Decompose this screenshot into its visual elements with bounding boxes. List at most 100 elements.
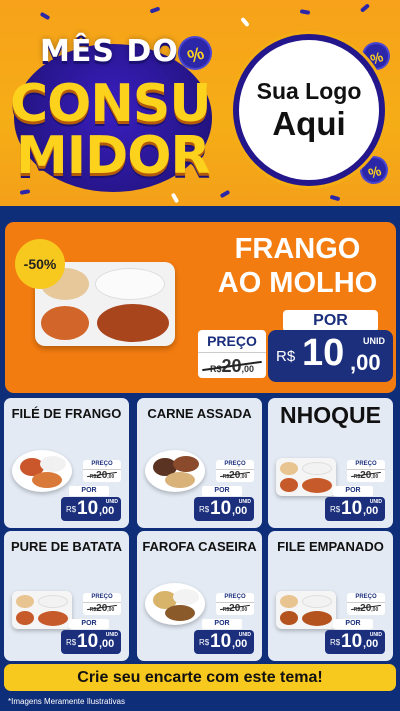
food-portion bbox=[302, 462, 332, 475]
confetti bbox=[359, 3, 371, 13]
new-currency: R$ bbox=[330, 505, 341, 514]
new-price: R$ 10 ,00 UNID bbox=[325, 497, 385, 521]
preco-label: PREÇO bbox=[347, 593, 385, 603]
new-int: 10 bbox=[302, 332, 345, 374]
product-title: FILÉ DE FRANGO bbox=[11, 406, 122, 421]
new-price: R$ 10 ,00 UNID bbox=[194, 630, 254, 654]
hero-title-line-2: AO MOLHO bbox=[217, 267, 378, 299]
food-portion bbox=[97, 304, 169, 342]
confetti bbox=[219, 189, 231, 199]
confetti bbox=[149, 6, 161, 14]
new-int: 10 bbox=[210, 498, 232, 519]
header-banner: % % % MÊS DO CONSU MIDOR Sua Logo Aqui bbox=[0, 0, 400, 206]
discount-badge: -50% bbox=[15, 239, 65, 289]
old-dec: ,00 bbox=[240, 607, 248, 613]
food-portion bbox=[173, 589, 199, 605]
food-portion bbox=[16, 595, 34, 608]
campaign-title: MÊS DO CONSU MIDOR bbox=[8, 30, 218, 192]
preco-label: PREÇO bbox=[216, 460, 254, 470]
product-title: PURE DE BATATA bbox=[11, 539, 122, 554]
disclaimer: *Imagens Meramente Ilustrativas bbox=[8, 697, 125, 706]
confetti bbox=[329, 194, 341, 202]
food-portion bbox=[38, 611, 68, 626]
old-price: PREÇO R$20,00 bbox=[83, 593, 121, 615]
por-label: POR bbox=[333, 619, 373, 629]
product-title: FILE EMPANADO bbox=[277, 539, 384, 554]
food-image bbox=[145, 583, 205, 625]
new-dec: ,00 bbox=[363, 505, 379, 517]
product-card[interactable]: FAROFA CASEIRA PREÇO R$20,00 POR R$ 10 ,… bbox=[137, 531, 262, 661]
product-card[interactable]: PURE DE BATATA PREÇO R$20,00 POR R$ 10 ,… bbox=[4, 531, 129, 661]
food-portion bbox=[165, 605, 195, 621]
product-card[interactable]: CARNE ASSADA PREÇO R$20,00 POR R$ 10 ,00… bbox=[137, 398, 262, 528]
food-portion bbox=[32, 472, 62, 488]
por-label: POR bbox=[69, 486, 109, 496]
new-int: 10 bbox=[341, 631, 363, 652]
cta-banner[interactable]: Crie seu encarte com este tema! bbox=[4, 664, 396, 691]
food-portion bbox=[95, 268, 165, 300]
por-label: POR bbox=[202, 619, 242, 629]
old-price: PREÇO R$20,00 bbox=[347, 593, 385, 615]
hero-product-title: FRANGO AO MOLHO bbox=[205, 232, 390, 300]
food-image bbox=[276, 458, 336, 496]
por-label: POR bbox=[69, 619, 109, 629]
old-price: PREÇO R$20,00 bbox=[216, 460, 254, 482]
title-line-1: MÊS DO bbox=[40, 34, 179, 69]
food-image bbox=[12, 450, 72, 492]
new-dec: ,00 bbox=[232, 638, 248, 650]
old-dec: ,00 bbox=[371, 474, 379, 480]
hero-offer: -50% FRANGO AO MOLHO POR PREÇO R$20,00 R… bbox=[5, 222, 396, 393]
unid-label: UNID bbox=[238, 499, 251, 505]
logo-text-line-2: Aqui bbox=[272, 105, 346, 142]
hero-title-line-1: FRANGO bbox=[234, 233, 361, 265]
title-line-2: CONSU bbox=[10, 74, 212, 134]
new-int: 10 bbox=[77, 498, 99, 519]
preco-label: PREÇO bbox=[83, 460, 121, 470]
confetti bbox=[170, 192, 180, 204]
old-price: PREÇO R$20,00 bbox=[83, 460, 121, 482]
new-currency: R$ bbox=[66, 638, 77, 647]
preco-label: PREÇO bbox=[83, 593, 121, 603]
new-currency: R$ bbox=[276, 348, 296, 365]
hero-old-price: PREÇO R$20,00 bbox=[198, 330, 266, 380]
food-portion bbox=[280, 478, 298, 492]
confetti bbox=[240, 16, 250, 28]
old-price: PREÇO R$20,00 bbox=[216, 593, 254, 615]
new-dec: ,00 bbox=[99, 638, 115, 650]
confetti bbox=[19, 189, 31, 195]
old-dec: ,00 bbox=[371, 607, 379, 613]
product-title: NHOQUE bbox=[280, 402, 381, 428]
food-portion bbox=[302, 595, 332, 608]
old-price: PREÇO R$20,00 bbox=[347, 460, 385, 482]
old-dec: ,00 bbox=[240, 474, 248, 480]
new-price: R$ 10 ,00 UNID bbox=[194, 497, 254, 521]
unid-label: UNID bbox=[238, 632, 251, 638]
new-currency: R$ bbox=[199, 505, 210, 514]
food-portion bbox=[173, 456, 199, 472]
confetti bbox=[299, 9, 311, 15]
product-card[interactable]: NHOQUE PREÇO R$20,00 POR R$ 10 ,00 UNID bbox=[268, 398, 393, 528]
flyer-page: % % % MÊS DO CONSU MIDOR Sua Logo Aqui -… bbox=[0, 0, 400, 711]
new-currency: R$ bbox=[199, 638, 210, 647]
unid-label: UNID bbox=[369, 499, 382, 505]
product-card[interactable]: FILÉ DE FRANGO PREÇO R$20,00 POR R$ 10 ,… bbox=[4, 398, 129, 528]
food-portion bbox=[16, 611, 34, 625]
preco-label: PREÇO bbox=[347, 460, 385, 470]
food-portion bbox=[165, 472, 195, 488]
new-int: 10 bbox=[77, 631, 99, 652]
food-image bbox=[12, 591, 72, 629]
preco-label: PREÇO bbox=[216, 593, 254, 603]
hero-preco-label: PREÇO bbox=[198, 330, 266, 352]
food-portion bbox=[41, 306, 89, 340]
new-price: R$ 10 ,00 UNID bbox=[61, 630, 121, 654]
new-currency: R$ bbox=[330, 638, 341, 647]
unid-label: UNID bbox=[363, 336, 385, 346]
food-portion bbox=[280, 611, 298, 625]
product-card[interactable]: FILE EMPANADO PREÇO R$20,00 POR R$ 10 ,0… bbox=[268, 531, 393, 661]
unid-label: UNID bbox=[105, 632, 118, 638]
food-portion bbox=[40, 456, 66, 472]
food-portion bbox=[280, 595, 298, 608]
new-int: 10 bbox=[341, 498, 363, 519]
logo-placeholder: Sua Logo Aqui bbox=[233, 34, 385, 186]
food-portion bbox=[38, 595, 68, 608]
